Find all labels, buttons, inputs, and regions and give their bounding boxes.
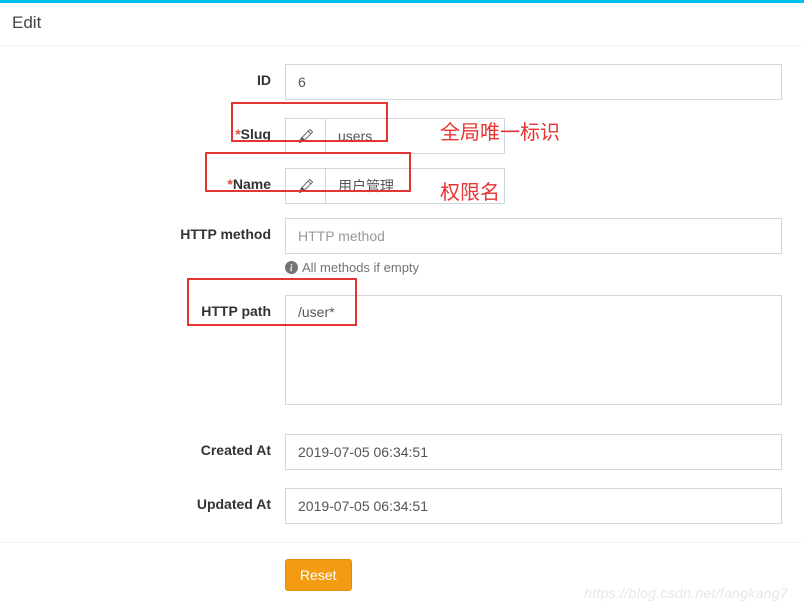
http-method-help-text: All methods if empty [302, 260, 419, 275]
label-name-text: Name [233, 176, 271, 192]
row-name: *Name [0, 168, 804, 204]
http-path-input[interactable] [285, 295, 782, 405]
created-at-input[interactable] [285, 434, 782, 470]
label-updated-at: Updated At [0, 488, 285, 512]
row-http-method: HTTP method All methods if empty [0, 218, 804, 275]
panel-title: Edit [0, 3, 804, 46]
name-input[interactable] [325, 168, 505, 204]
row-http-path: HTTP path [0, 295, 804, 408]
info-icon [285, 261, 298, 274]
slug-input[interactable] [325, 118, 505, 154]
row-updated-at: Updated At [0, 488, 804, 524]
pencil-icon [285, 168, 325, 204]
http-method-help: All methods if empty [285, 260, 782, 275]
label-created-at: Created At [0, 434, 285, 458]
form-footer: Reset [0, 542, 804, 591]
label-name: *Name [0, 168, 285, 192]
name-group [285, 168, 505, 204]
updated-at-input[interactable] [285, 488, 782, 524]
reset-button[interactable]: Reset [285, 559, 352, 591]
edit-form: ID *Slug *Name HT [0, 46, 804, 613]
row-created-at: Created At [0, 434, 804, 470]
id-input[interactable] [285, 64, 782, 100]
label-slug: *Slug [0, 118, 285, 142]
row-slug: *Slug [0, 118, 804, 154]
slug-group [285, 118, 505, 154]
http-method-input[interactable] [285, 218, 782, 254]
label-slug-text: Slug [241, 126, 271, 142]
label-http-path: HTTP path [0, 295, 285, 319]
label-id: ID [0, 64, 285, 88]
row-id: ID [0, 64, 804, 100]
pencil-icon [285, 118, 325, 154]
label-http-method: HTTP method [0, 218, 285, 242]
